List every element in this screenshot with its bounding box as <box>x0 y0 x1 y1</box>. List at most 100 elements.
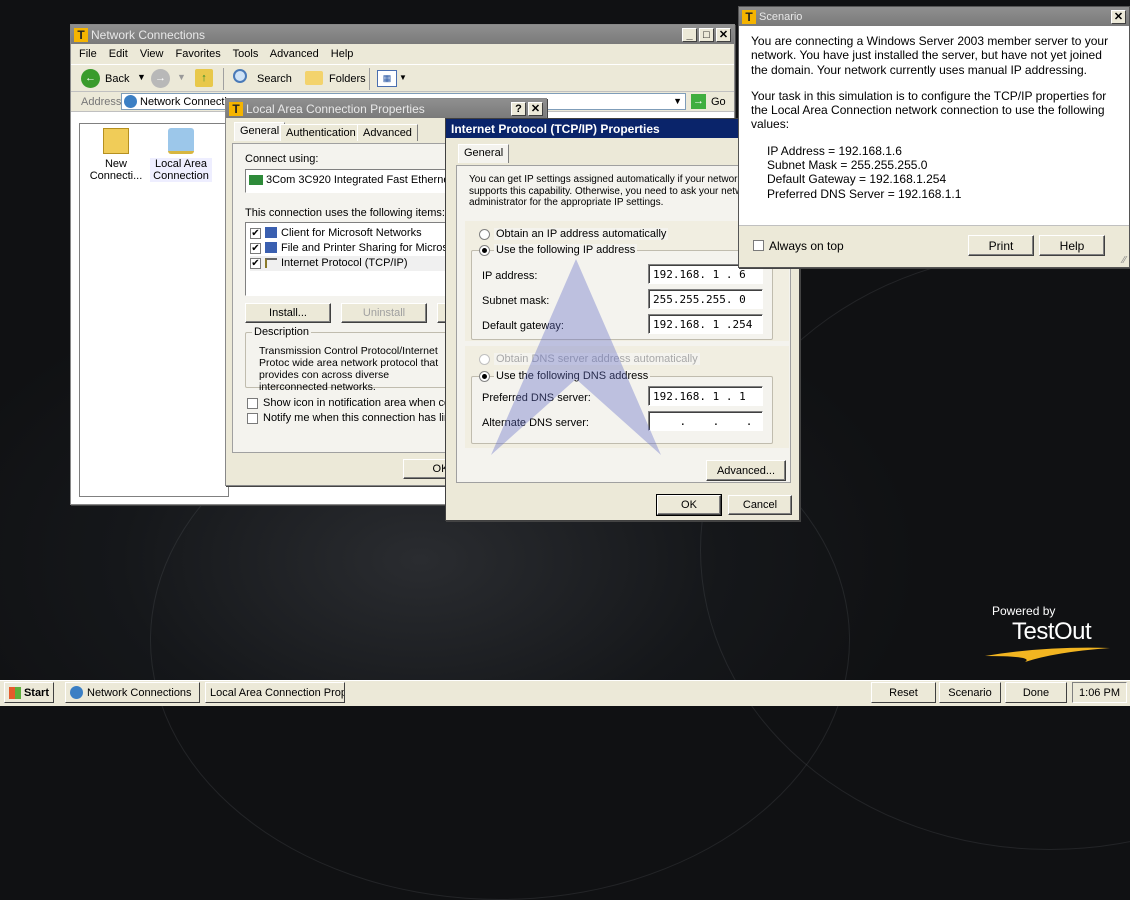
title-bar[interactable]: T Network Connections _ □ ✕ <box>71 25 734 44</box>
testout-branding: Powered by TestOut <box>985 604 1115 664</box>
obtain-dns-auto-radio[interactable] <box>479 354 490 365</box>
window-title: Network Connections <box>91 27 206 42</box>
back-icon[interactable]: ← <box>81 69 100 88</box>
intro-text: You can get IP settings assigned automat… <box>469 174 757 208</box>
network-globe-icon <box>70 686 83 699</box>
dialog-title: Local Area Connection Properties <box>246 101 425 116</box>
preferred-dns-input[interactable]: 192.168. 1 . 1 <box>648 386 763 406</box>
help-button[interactable]: ? <box>511 101 526 116</box>
testout-swoosh-icon <box>985 647 1110 662</box>
print-button[interactable]: Print <box>968 235 1034 256</box>
icon-local-area-connection[interactable]: Local Area Connection <box>150 128 212 182</box>
obtain-ip-auto-radio[interactable] <box>479 229 490 240</box>
title-bar[interactable]: T Scenario ✕ <box>739 7 1129 26</box>
close-button[interactable]: ✕ <box>1111 9 1126 24</box>
tcpip-checkbox[interactable]: ✔ <box>250 258 261 269</box>
new-connection-icon <box>103 128 129 154</box>
always-on-top-checkbox[interactable] <box>753 240 764 251</box>
taskbar-network-connections[interactable]: Network Connections <box>65 682 200 703</box>
file-sharing-checkbox[interactable]: ✔ <box>250 243 261 254</box>
views-icon[interactable]: ▦ <box>377 70 397 87</box>
back-dropdown-icon[interactable]: ▼ <box>137 72 146 82</box>
back-button[interactable]: Back <box>105 73 129 85</box>
always-on-top-label: Always on top <box>769 239 844 253</box>
address-dropdown-icon[interactable]: ▼ <box>673 96 682 106</box>
views-dropdown-icon[interactable]: ▼ <box>399 73 407 82</box>
folders-button[interactable]: Folders <box>329 73 366 85</box>
testout-logo-text: TestOut <box>1012 618 1092 645</box>
menu-file[interactable]: File <box>79 48 97 60</box>
use-following-ip-radio[interactable] <box>479 245 490 256</box>
uninstall-button[interactable]: Uninstall <box>341 303 427 323</box>
install-button[interactable]: Install... <box>245 303 331 323</box>
ok-button[interactable]: OK <box>656 494 722 516</box>
address-label: Address <box>81 96 122 108</box>
alternate-dns-input[interactable]: . . . <box>648 411 763 431</box>
tab-advanced[interactable]: Advanced <box>357 124 418 141</box>
obtain-ip-auto-label[interactable]: Obtain an IP address automatically <box>494 228 669 240</box>
forward-dropdown-icon[interactable]: ▼ <box>177 72 186 82</box>
scenario-paragraph: You are connecting a Windows Server 2003… <box>751 34 1109 77</box>
description-title: Description <box>252 326 312 338</box>
subnet-mask-input[interactable]: 255.255.255. 0 <box>648 289 763 309</box>
minimize-button[interactable]: _ <box>682 27 697 42</box>
file-pane: New Connecti... Local Area Connection <box>79 123 229 497</box>
protocol-icon <box>265 258 277 268</box>
app-logo-icon: T <box>74 27 88 42</box>
client-icon <box>265 227 277 238</box>
ip-address-label: IP address: <box>482 270 538 282</box>
toolbar-separator <box>369 68 370 90</box>
notify-checkbox[interactable] <box>247 413 258 424</box>
clock: 1:06 PM <box>1072 682 1127 703</box>
done-button[interactable]: Done <box>1005 682 1067 703</box>
search-icon[interactable] <box>233 69 247 83</box>
menu-favorites[interactable]: Favorites <box>176 48 221 60</box>
file-sharing-icon <box>265 242 277 253</box>
tab-authentication[interactable]: Authentication <box>280 124 362 141</box>
menu-advanced[interactable]: Advanced <box>270 48 319 60</box>
description-text: Transmission Control Protocol/Internet P… <box>259 345 439 393</box>
network-adapter-icon <box>249 175 263 185</box>
maximize-button[interactable]: □ <box>699 27 714 42</box>
menu-help[interactable]: Help <box>331 48 354 60</box>
client-checkbox[interactable]: ✔ <box>250 228 261 239</box>
use-following-ip-label[interactable]: Use the following IP address <box>494 244 638 256</box>
tab-general[interactable]: General <box>234 122 286 141</box>
folders-icon[interactable] <box>305 71 323 85</box>
go-icon[interactable]: → <box>691 94 706 109</box>
icon-new-connection[interactable]: New Connecti... <box>86 128 146 182</box>
scenario-button[interactable]: Scenario <box>939 682 1001 703</box>
use-following-dns-radio[interactable] <box>479 371 490 382</box>
scenario-footer: Always on top Print Help ⁄⁄ <box>739 225 1129 267</box>
toolbar: ← Back ▼ → ▼ ↑ Search Folders ▦ ▼ <box>71 64 734 92</box>
go-button[interactable]: Go <box>711 96 726 108</box>
obtain-dns-auto-label[interactable]: Obtain DNS server address automatically <box>494 353 700 365</box>
resize-grip-icon[interactable]: ⁄⁄ <box>1123 255 1126 266</box>
powered-by-text: Powered by <box>992 604 1056 618</box>
dns-group: Use the following DNS address Preferred … <box>471 370 773 444</box>
app-logo-icon: T <box>742 9 756 24</box>
taskbar-lac-properties[interactable]: Local Area Connection Properties <box>205 682 345 703</box>
help-button[interactable]: Help <box>1039 235 1105 256</box>
reset-button[interactable]: Reset <box>871 682 936 703</box>
advanced-button[interactable]: Advanced... <box>706 460 786 481</box>
menu-tools[interactable]: Tools <box>233 48 259 60</box>
show-icon-checkbox[interactable] <box>247 398 258 409</box>
menu-view[interactable]: View <box>140 48 164 60</box>
tab-general[interactable]: General <box>458 144 510 163</box>
close-button[interactable]: ✕ <box>528 101 543 116</box>
title-bar[interactable]: T Local Area Connection Properties ? ✕ <box>226 99 546 118</box>
up-folder-icon[interactable]: ↑ <box>195 69 213 87</box>
subnet-mask-label: Subnet mask: <box>482 295 550 307</box>
search-button[interactable]: Search <box>257 73 292 85</box>
menu-edit[interactable]: Edit <box>109 48 128 60</box>
use-following-dns-label[interactable]: Use the following DNS address <box>494 370 651 382</box>
scenario-window: T Scenario ✕ You are connecting a Window… <box>738 6 1130 268</box>
close-button[interactable]: ✕ <box>716 27 731 42</box>
start-button[interactable]: Start <box>4 682 54 703</box>
default-gateway-input[interactable]: 192.168. 1 .254 <box>648 314 763 334</box>
forward-icon[interactable]: → <box>151 69 170 88</box>
window-title: Scenario <box>759 10 803 23</box>
cancel-button[interactable]: Cancel <box>728 495 792 515</box>
connect-using-label: Connect using: <box>245 153 319 165</box>
